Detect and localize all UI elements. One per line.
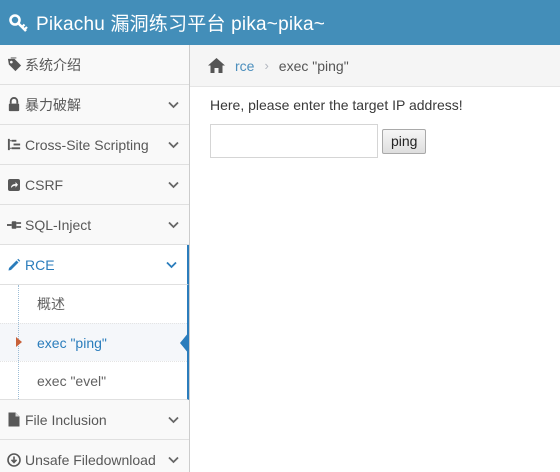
chevron-down-icon xyxy=(167,219,179,231)
sidebar-item-label: CSRF xyxy=(25,176,64,193)
rce-submenu: 概述 exec "ping" exec "evel" xyxy=(0,285,189,400)
sidebar-item-csrf[interactable]: CSRF xyxy=(0,165,189,205)
sidebar-item-sql-inject[interactable]: SQL-Inject xyxy=(0,205,189,245)
chevron-down-icon xyxy=(167,454,179,466)
sidebar-item-label: File Inclusion xyxy=(25,411,107,428)
plug-icon xyxy=(6,217,22,233)
submenu-item-label: exec "evel" xyxy=(37,372,107,389)
sidebar-item-label: RCE xyxy=(25,256,55,273)
sidebar-item-unsafe-filedownload[interactable]: Unsafe Filedownload xyxy=(0,440,189,472)
file-icon xyxy=(6,412,22,428)
app-header: Pikachu 漏洞练习平台 pika~pika~ xyxy=(0,0,560,45)
sidebar-item-file-inclusion[interactable]: File Inclusion xyxy=(0,400,189,440)
sidebar-item-rce[interactable]: RCE xyxy=(0,245,189,285)
sidebar: 系统介绍 暴力破解 Cross-Site Scripting CSRF SQL-… xyxy=(0,45,190,472)
sidebar-item-brute-force[interactable]: 暴力破解 xyxy=(0,85,189,125)
caret-right-icon xyxy=(16,337,22,347)
tree-icon xyxy=(6,137,22,153)
breadcrumb-link-rce[interactable]: rce xyxy=(235,58,254,74)
sidebar-item-label: Cross-Site Scripting xyxy=(25,136,149,153)
chevron-down-icon xyxy=(165,259,177,271)
sidebar-item-label: Unsafe Filedownload xyxy=(25,451,156,468)
ip-address-input[interactable] xyxy=(210,124,378,158)
key-icon xyxy=(8,12,30,34)
chevron-down-icon xyxy=(167,414,179,426)
ip-prompt-text: Here, please enter the target IP address… xyxy=(210,97,463,113)
share-icon xyxy=(6,177,22,193)
submenu-item-exec-ping[interactable]: exec "ping" xyxy=(0,323,189,361)
sidebar-item-label: SQL-Inject xyxy=(25,216,92,233)
ping-form: ping xyxy=(210,124,550,158)
pencil-icon xyxy=(6,257,22,273)
chevron-down-icon xyxy=(167,139,179,151)
breadcrumb-current: exec "ping" xyxy=(278,57,349,74)
submenu-item-label: 概述 xyxy=(37,296,65,312)
home-icon[interactable] xyxy=(207,57,227,75)
breadcrumb: rce › exec "ping" xyxy=(190,45,560,87)
sidebar-item-system-intro[interactable]: 系统介绍 xyxy=(0,45,189,85)
ping-button[interactable]: ping xyxy=(382,128,427,154)
lock-icon xyxy=(6,97,22,113)
download-icon xyxy=(6,452,22,468)
main-content: Here, please enter the target IP address… xyxy=(210,97,550,158)
app-title[interactable]: Pikachu 漏洞练习平台 pika~pika~ xyxy=(36,9,325,36)
sidebar-item-xss[interactable]: Cross-Site Scripting xyxy=(0,125,189,165)
chevron-down-icon xyxy=(167,99,179,111)
tag-icon xyxy=(6,57,22,73)
active-pointer-icon xyxy=(180,332,189,354)
sidebar-item-label: 暴力破解 xyxy=(25,96,81,113)
submenu-item-exec-evel[interactable]: exec "evel" xyxy=(0,361,187,399)
chevron-down-icon xyxy=(167,179,179,191)
breadcrumb-separator-icon: › xyxy=(264,58,269,73)
sidebar-item-label: 系统介绍 xyxy=(25,56,81,73)
submenu-item-overview[interactable]: 概述 xyxy=(0,285,187,323)
submenu-item-label: exec "ping" xyxy=(37,334,107,351)
